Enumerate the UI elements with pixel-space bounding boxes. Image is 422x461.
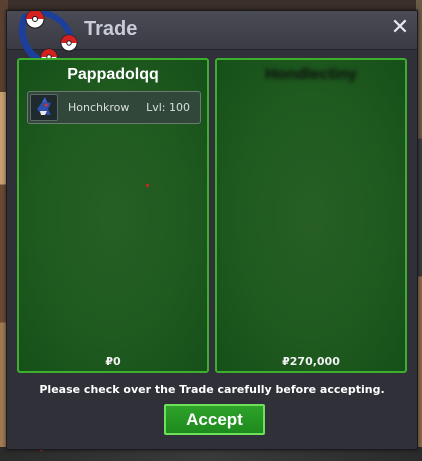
window-title: Trade xyxy=(84,18,138,40)
my-offer-panel: Pappadolqq Honchkrow Lvl: 100 ₽0 xyxy=(17,58,209,373)
honchkrow-icon xyxy=(30,94,58,121)
money-offer-left: ₽0 xyxy=(105,355,121,368)
accept-button[interactable]: Accept xyxy=(164,404,265,435)
item-name: Honchkrow xyxy=(68,101,130,114)
trade-item-slot[interactable]: Honchkrow Lvl: 100 xyxy=(27,91,201,124)
trade-window: Trade ✕ Pappadolqq Honchkrow Lvl: 100 ₽0… xyxy=(6,10,418,450)
player-name-right: Hondlectiny xyxy=(265,66,357,83)
partner-offer-panel: Hondlectiny ₽270,000 xyxy=(215,58,407,373)
cursor-dot xyxy=(146,184,149,187)
close-icon[interactable]: ✕ xyxy=(389,17,411,39)
trade-notice: Please check over the Trade carefully be… xyxy=(39,383,385,396)
item-level: Lvl: 100 xyxy=(146,101,190,114)
player-name-left: Pappadolqq xyxy=(67,66,159,83)
money-offer-right: ₽270,000 xyxy=(282,355,340,368)
